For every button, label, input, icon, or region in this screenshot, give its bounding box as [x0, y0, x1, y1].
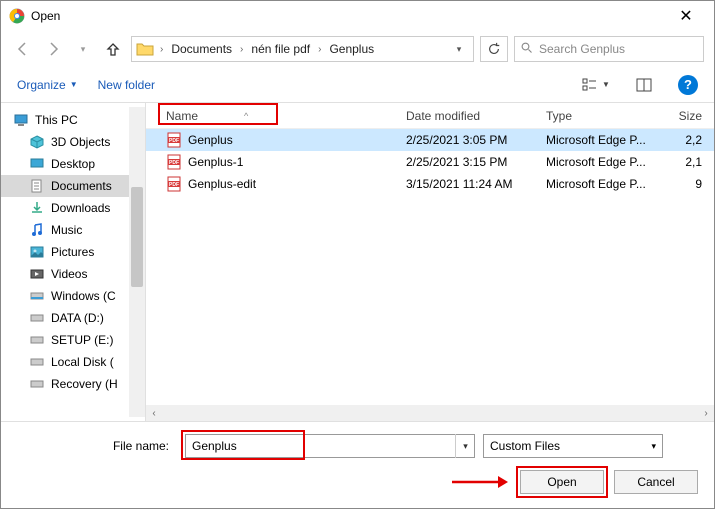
back-button[interactable] — [11, 37, 35, 61]
filename-input[interactable] — [185, 434, 475, 458]
cancel-button[interactable]: Cancel — [614, 470, 698, 494]
view-options-button[interactable]: ▼ — [582, 73, 610, 97]
filename-dropdown-icon[interactable]: ▾ — [455, 434, 475, 458]
tree-downloads[interactable]: Downloads — [1, 197, 145, 219]
breadcrumb-documents[interactable]: Documents — [169, 42, 234, 56]
drive-icon — [29, 288, 45, 304]
tree-music[interactable]: Music — [1, 219, 145, 241]
annotation-arrow — [450, 472, 510, 492]
breadcrumb-folder[interactable]: nén file pdf — [249, 42, 312, 56]
tree-documents[interactable]: Documents — [1, 175, 145, 197]
tree-recovery[interactable]: Recovery (H — [1, 373, 145, 395]
chevron-right-icon[interactable]: › — [238, 44, 245, 55]
column-size[interactable]: Size — [666, 109, 714, 123]
scrollbar-thumb[interactable] — [131, 187, 143, 287]
column-type[interactable]: Type — [546, 109, 666, 123]
drive-icon — [29, 310, 45, 326]
navigation-tree[interactable]: This PC 3D Objects Desktop Documents Dow… — [1, 103, 146, 421]
chevron-down-icon: ▾ — [651, 441, 656, 452]
close-button[interactable]: ✕ — [666, 2, 706, 30]
tree-this-pc[interactable]: This PC — [1, 109, 145, 131]
address-bar[interactable]: › Documents › nén file pdf › Genplus ▾ — [131, 36, 474, 62]
address-dropdown-icon[interactable]: ▾ — [449, 39, 469, 59]
pdf-icon: PDF — [166, 132, 182, 148]
videos-icon — [29, 266, 45, 282]
tree-desktop[interactable]: Desktop — [1, 153, 145, 175]
pictures-icon — [29, 244, 45, 260]
drive-icon — [29, 354, 45, 370]
filename-label: File name: — [17, 439, 177, 453]
scroll-left-icon[interactable]: ‹ — [146, 405, 162, 421]
svg-text:PDF: PDF — [169, 138, 179, 144]
drive-icon — [29, 332, 45, 348]
search-placeholder: Search Genplus — [539, 42, 625, 56]
app-icon — [9, 8, 25, 24]
search-icon — [521, 42, 533, 57]
file-row[interactable]: PDFGenplus-edit 3/15/2021 11:24 AM Micro… — [146, 173, 714, 195]
file-row[interactable]: PDFGenplus 2/25/2021 3:05 PM Microsoft E… — [146, 129, 714, 151]
tree-scrollbar[interactable] — [129, 107, 145, 417]
scroll-right-icon[interactable]: › — [698, 405, 714, 421]
chevron-down-icon: ▼ — [70, 80, 78, 89]
column-date[interactable]: Date modified — [406, 109, 546, 123]
tree-setup-e[interactable]: SETUP (E:) — [1, 329, 145, 351]
tree-local-disk[interactable]: Local Disk ( — [1, 351, 145, 373]
chevron-down-icon: ▼ — [602, 80, 610, 89]
file-row[interactable]: PDFGenplus-1 2/25/2021 3:15 PM Microsoft… — [146, 151, 714, 173]
breadcrumb-current[interactable]: Genplus — [327, 42, 376, 56]
tree-videos[interactable]: Videos — [1, 263, 145, 285]
file-list[interactable]: PDFGenplus 2/25/2021 3:05 PM Microsoft E… — [146, 129, 714, 405]
open-button[interactable]: Open — [520, 470, 604, 494]
column-name[interactable]: Name^ — [146, 109, 406, 123]
new-folder-button[interactable]: New folder — [98, 78, 155, 92]
help-button[interactable]: ? — [678, 75, 698, 95]
tree-data-d[interactable]: DATA (D:) — [1, 307, 145, 329]
pdf-icon: PDF — [166, 176, 182, 192]
up-button[interactable] — [101, 37, 125, 61]
folder-icon — [136, 40, 154, 58]
pc-icon — [13, 112, 29, 128]
drive-icon — [29, 376, 45, 392]
svg-text:PDF: PDF — [169, 182, 179, 188]
horizontal-scrollbar[interactable]: ‹ › — [146, 405, 714, 421]
preview-pane-button[interactable] — [630, 73, 658, 97]
sort-asc-icon: ^ — [244, 111, 248, 121]
chevron-right-icon[interactable]: › — [158, 44, 165, 55]
pdf-icon: PDF — [166, 154, 182, 170]
svg-text:PDF: PDF — [169, 160, 179, 166]
tree-3d-objects[interactable]: 3D Objects — [1, 131, 145, 153]
refresh-button[interactable] — [480, 36, 508, 62]
forward-button[interactable] — [41, 37, 65, 61]
documents-icon — [29, 178, 45, 194]
tree-windows-c[interactable]: Windows (C — [1, 285, 145, 307]
desktop-icon — [29, 156, 45, 172]
chevron-right-icon[interactable]: › — [316, 44, 323, 55]
cube-icon — [29, 134, 45, 150]
music-icon — [29, 222, 45, 238]
column-headers[interactable]: Name^ Date modified Type Size — [146, 103, 714, 129]
dialog-title: Open — [31, 9, 60, 23]
file-type-filter[interactable]: Custom Files▾ — [483, 434, 663, 458]
recent-dropdown-icon[interactable]: ▾ — [71, 37, 95, 61]
search-input[interactable]: Search Genplus — [514, 36, 704, 62]
tree-pictures[interactable]: Pictures — [1, 241, 145, 263]
downloads-icon — [29, 200, 45, 216]
organize-button[interactable]: Organize▼ — [17, 78, 78, 92]
